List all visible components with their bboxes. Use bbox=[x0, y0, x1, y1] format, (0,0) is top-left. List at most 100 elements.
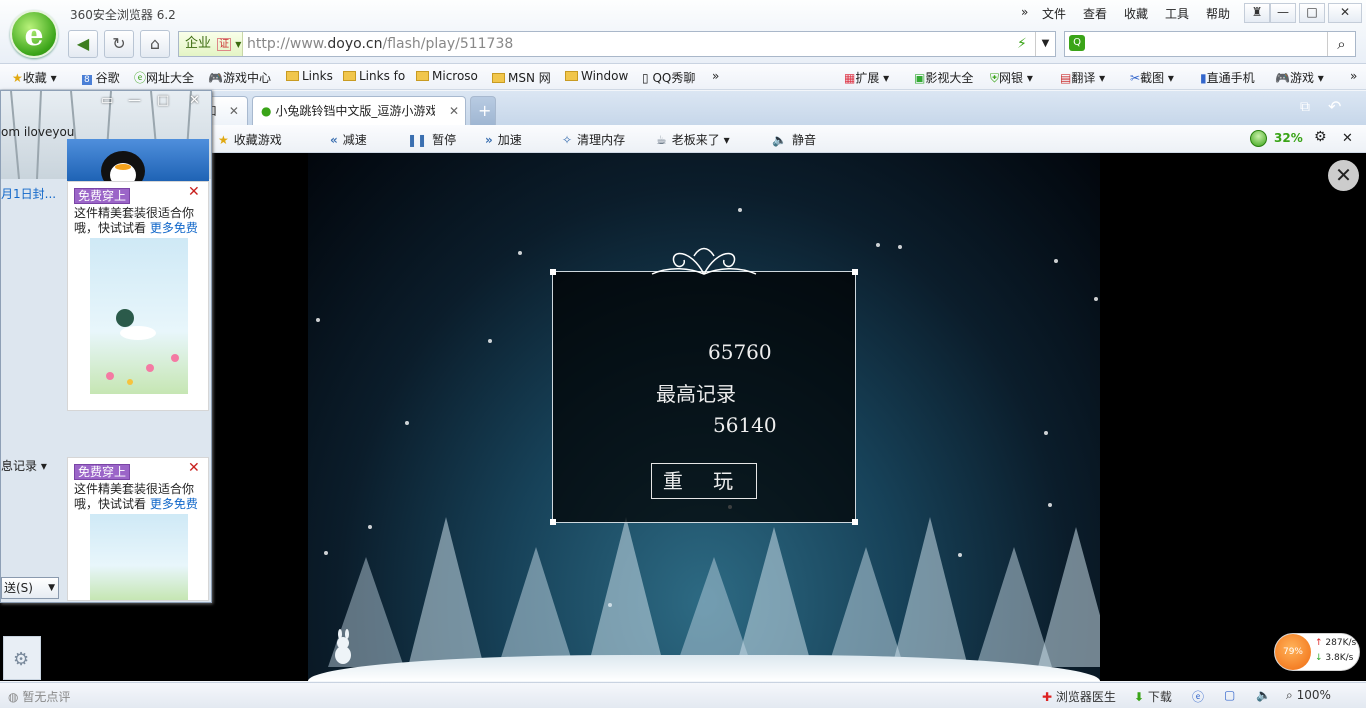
volume-icon[interactable]: 🔈 bbox=[1256, 688, 1271, 702]
search-engine-icon[interactable]: Q bbox=[1069, 35, 1085, 51]
ornament-icon bbox=[650, 244, 758, 278]
new-tab-button[interactable]: + bbox=[470, 96, 496, 125]
zoom-button[interactable]: ⌕ 100% bbox=[1286, 688, 1331, 703]
magnifier-icon: ⌕ bbox=[1286, 688, 1293, 702]
e-icon: ⓔ bbox=[134, 71, 147, 85]
scissors-icon: ✂ bbox=[1130, 71, 1141, 85]
download-button[interactable]: ⬇ 下载 bbox=[1134, 688, 1172, 705]
qq-close-button[interactable]: ✕ bbox=[189, 93, 200, 108]
ad-box-1[interactable]: 免费穿上 ✕ 这件精美套装很适合你 哦，快试试看 更多免费 bbox=[67, 181, 209, 411]
qq-settings-icon[interactable]: ▭ bbox=[101, 93, 113, 108]
ext-extend[interactable]: ▦扩展 ▾ bbox=[844, 69, 889, 86]
bookmark-links-fo[interactable]: Links fo bbox=[343, 69, 405, 83]
search-icon[interactable]: ⌕ bbox=[1327, 32, 1355, 56]
qq-date-text[interactable]: 月1日封... bbox=[1, 185, 56, 202]
replay-button[interactable]: 重 玩 bbox=[651, 463, 757, 499]
speed-up-button[interactable]: » 加速 bbox=[485, 131, 522, 148]
search-input[interactable]: Q ⌕ bbox=[1064, 31, 1356, 57]
enterprise-badge[interactable]: 企业 证 ▼ bbox=[179, 32, 243, 56]
ext-more-icon[interactable]: » bbox=[1350, 69, 1357, 83]
pause-button[interactable]: ❚❚ 暂停 bbox=[407, 131, 456, 148]
record-label: 最高记录 bbox=[656, 382, 736, 406]
gear-icon[interactable]: ⚙ bbox=[1314, 129, 1327, 145]
network-monitor[interactable]: 79% ↑ 287K/s ↓ 3.8K/s bbox=[1274, 633, 1360, 671]
address-dropdown-icon[interactable]: ▼ bbox=[1035, 32, 1055, 56]
bookmark-windows[interactable]: Window bbox=[565, 69, 628, 83]
bookmark-links[interactable]: Links bbox=[286, 69, 333, 83]
maximize-button[interactable]: □ bbox=[1299, 3, 1325, 23]
ext-bank[interactable]: ⛨网银 ▾ bbox=[990, 69, 1033, 86]
msg-record-button[interactable]: 息记录 ▾ bbox=[1, 457, 47, 474]
qq-minimize-button[interactable]: — bbox=[128, 93, 141, 108]
ad-box-2[interactable]: 免费穿上 ✕ 这件精美套装很适合你 哦，快试试看 更多免费 bbox=[67, 457, 209, 601]
fast-forward-icon: » bbox=[485, 133, 493, 147]
best-score: 56140 bbox=[713, 413, 777, 437]
tab-close-icon[interactable]: ✕ bbox=[229, 104, 239, 118]
menu-favorites[interactable]: 收藏 bbox=[1124, 5, 1148, 22]
ad-close-icon[interactable]: ✕ bbox=[188, 184, 200, 200]
favorite-game-button[interactable]: ★ 收藏游戏 bbox=[218, 131, 282, 148]
ad-more-link[interactable]: 更多免费 bbox=[150, 497, 198, 511]
close-toolbar-icon[interactable]: ✕ bbox=[1342, 131, 1353, 146]
title-bar: e 360安全浏览器 6.2 » 文件 查看 收藏 工具 帮助 ♜ — □ ✕ … bbox=[0, 0, 1366, 64]
ext-screenshot[interactable]: ✂截图 ▾ bbox=[1130, 69, 1174, 86]
memory-gauge-icon[interactable] bbox=[1250, 130, 1267, 147]
ext-video[interactable]: ▣影视大全 bbox=[914, 69, 973, 86]
boss-key-button[interactable]: ☕ 老板来了 ▾ bbox=[656, 131, 730, 148]
ext-phone[interactable]: ▮直通手机 bbox=[1200, 69, 1255, 86]
ad-close-icon[interactable]: ✕ bbox=[188, 460, 200, 476]
bookmark-qqshow[interactable]: ▯ QQ秀聊 bbox=[642, 69, 695, 86]
qq-chat-window: ▭ — □ ✕ om iloveyou 月1日封... 免费穿上 ✕ 这件精美套… bbox=[0, 90, 212, 603]
close-button[interactable]: ✕ bbox=[1328, 3, 1362, 23]
browser-doctor-button[interactable]: ✚ 浏览器医生 bbox=[1042, 688, 1116, 705]
game-favicon: ● bbox=[261, 104, 272, 118]
mute-button[interactable]: 🔈 静音 bbox=[772, 131, 816, 148]
qq-maximize-button[interactable]: □ bbox=[157, 93, 169, 108]
url-text[interactable]: http://www.doyo.cn/flash/play/511738 bbox=[247, 36, 513, 52]
chevron-down-icon[interactable]: ▼ bbox=[48, 578, 55, 598]
arrow-left-icon: ◀ bbox=[76, 34, 90, 53]
bookmark-games[interactable]: 🎮游戏中心 bbox=[208, 69, 271, 86]
menu-view[interactable]: 查看 bbox=[1083, 5, 1107, 22]
lightning-icon[interactable]: ⚡ bbox=[1017, 36, 1027, 52]
restore-tabs-icon[interactable]: ⧉ bbox=[1300, 99, 1310, 115]
bookmark-hao[interactable]: ⓔ网址大全 bbox=[134, 69, 194, 86]
clean-memory-button[interactable]: ✧ 清理内存 bbox=[562, 131, 625, 148]
menu-more-icon[interactable]: » bbox=[1021, 5, 1028, 19]
sidebar-settings[interactable]: ⚙ bbox=[3, 636, 41, 680]
menu-file[interactable]: 文件 bbox=[1042, 5, 1066, 22]
bookmark-microsoft[interactable]: Microso bbox=[416, 69, 478, 83]
broom-icon: ✧ bbox=[562, 133, 573, 147]
ext-translate[interactable]: ▤翻译 ▾ bbox=[1060, 69, 1105, 86]
gamepad-icon: 🎮 bbox=[1275, 71, 1290, 85]
bookmark-google[interactable]: 8 谷歌 bbox=[82, 69, 120, 86]
tab-close-icon[interactable]: ✕ bbox=[449, 97, 459, 125]
free-badge: 免费穿上 bbox=[74, 463, 131, 480]
bookmark-favorites[interactable]: ★收藏 ▾ bbox=[12, 69, 57, 86]
undo-close-icon[interactable]: ↶ bbox=[1328, 97, 1341, 116]
slow-down-button[interactable]: «减速 bbox=[330, 131, 367, 148]
minimize-button[interactable]: — bbox=[1270, 3, 1296, 23]
menu-tools[interactable]: 工具 bbox=[1165, 5, 1189, 22]
bookmark-msn[interactable]: MSN 网 bbox=[492, 69, 551, 86]
back-button[interactable]: ◀ bbox=[68, 30, 98, 58]
ie-mode-icon[interactable]: ⓔ bbox=[1192, 688, 1204, 705]
ext-games[interactable]: 🎮游戏 ▾ bbox=[1275, 69, 1324, 86]
home-button[interactable]: ⌂ bbox=[140, 30, 170, 58]
translate-icon: ▤ bbox=[1060, 71, 1072, 85]
send-button[interactable]: 送(S) ▼ bbox=[1, 577, 59, 599]
rating-status[interactable]: ◍ 暂无点评 bbox=[8, 688, 70, 705]
bookmarks-bar: ★收藏 ▾ 8 谷歌 ⓔ网址大全 🎮游戏中心 Links Links fo Mi… bbox=[0, 64, 1366, 90]
address-bar[interactable]: 企业 证 ▼ http://www.doyo.cn/flash/play/511… bbox=[178, 31, 1056, 57]
skin-button[interactable]: ♜ bbox=[1244, 3, 1270, 23]
bookmarks-more-icon[interactable]: » bbox=[712, 69, 719, 83]
shield-icon: ⛨ bbox=[990, 71, 1000, 85]
tab-active[interactable]: ● 小兔跳铃铛中文版_逗游小游戏 ✕ bbox=[252, 96, 466, 125]
rewind-icon: « bbox=[330, 133, 338, 147]
menu-help[interactable]: 帮助 bbox=[1206, 5, 1230, 22]
close-game-icon[interactable]: ✕ bbox=[1328, 160, 1359, 191]
refresh-button[interactable]: ↻ bbox=[104, 30, 134, 58]
ad-more-link[interactable]: 更多免费 bbox=[150, 221, 198, 235]
window-icon[interactable]: ▢ bbox=[1224, 688, 1235, 702]
refresh-icon: ↻ bbox=[112, 34, 126, 53]
